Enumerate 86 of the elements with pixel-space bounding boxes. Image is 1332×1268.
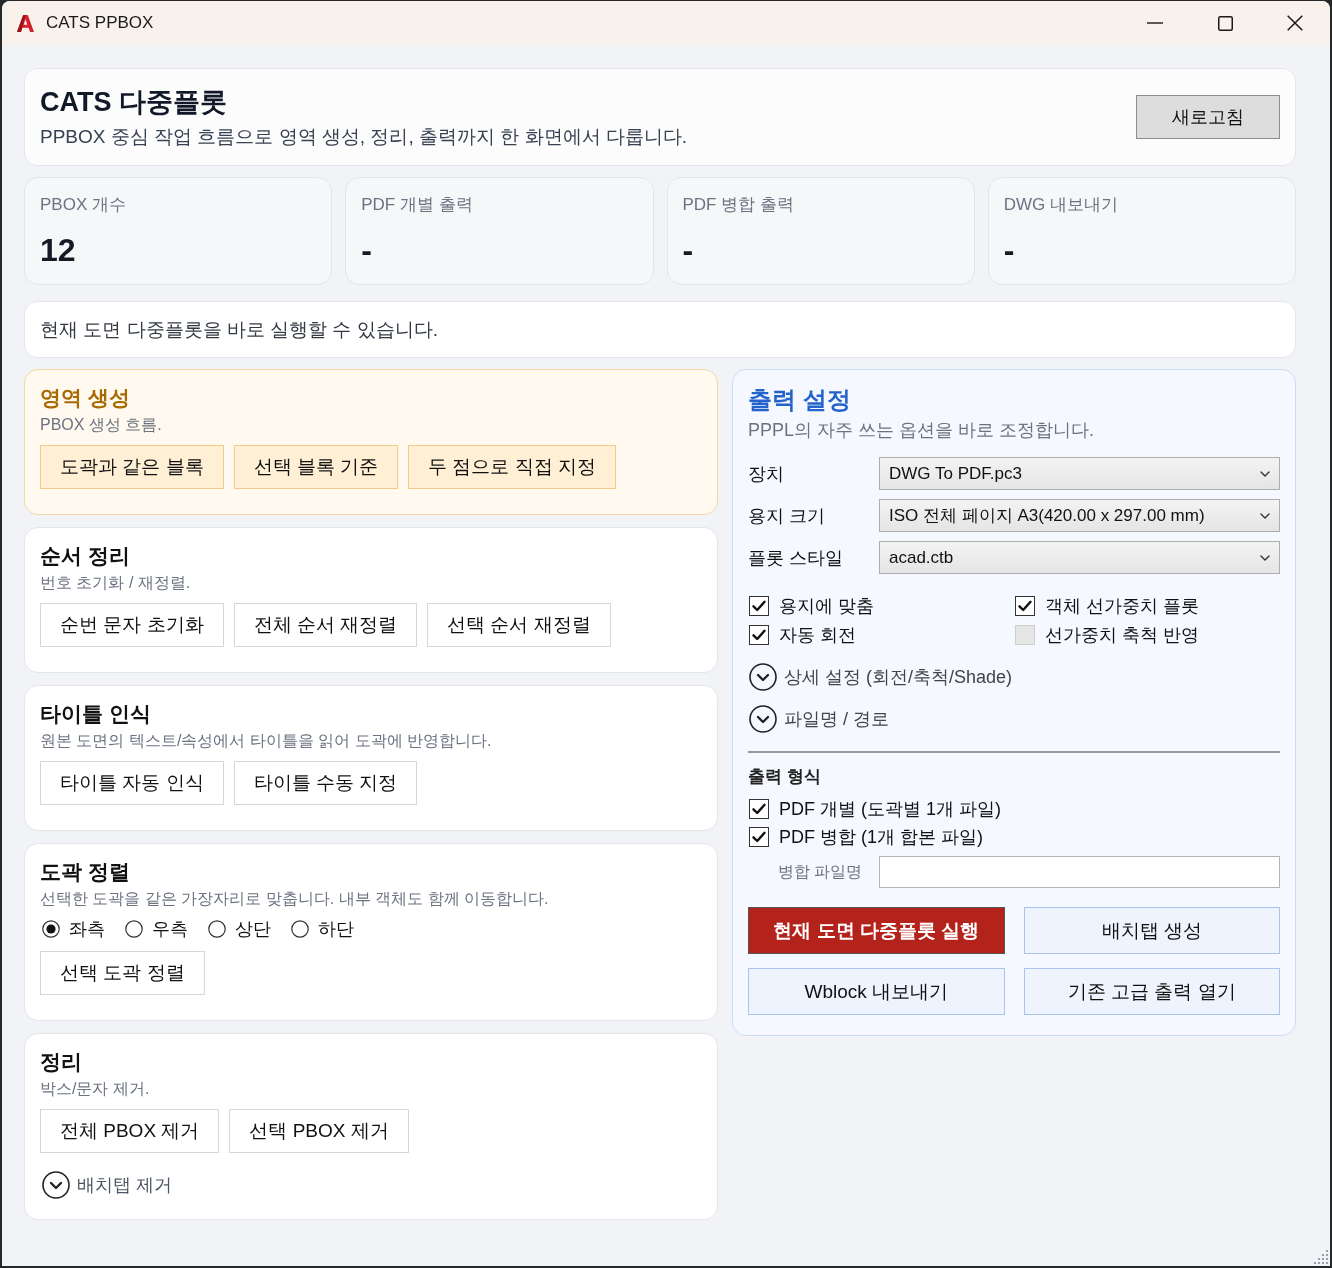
action-button[interactable]: 선택 PBOX 제거 bbox=[229, 1109, 409, 1153]
action-button[interactable]: 도곽과 같은 블록 bbox=[40, 445, 224, 489]
stat-label: PBOX 개수 bbox=[40, 194, 126, 216]
section-description: 번호 초기화 / 재정렬. bbox=[40, 573, 191, 593]
checkbox-label[interactable]: PDF 개별 (도곽별 1개 파일) bbox=[779, 797, 1001, 821]
section-title: 영역 생성 bbox=[40, 385, 130, 411]
action-button[interactable]: 타이틀 수동 지정 bbox=[233, 761, 418, 805]
action-button[interactable]: 선택 도곽 정렬 bbox=[40, 951, 205, 995]
stat-value: - bbox=[1003, 231, 1015, 270]
radio-label[interactable]: 좌측 bbox=[69, 917, 105, 941]
checkmark-icon bbox=[752, 831, 766, 843]
chevron-down-circle-icon bbox=[42, 1171, 70, 1199]
radio-button[interactable] bbox=[208, 920, 226, 938]
section-title: 도곽 정렬 bbox=[40, 859, 130, 885]
section-title: 타이틀 인식 bbox=[40, 701, 151, 727]
panel-subtitle: PPPL의 자주 쓰는 옵션을 바로 조정합니다. bbox=[748, 419, 1096, 442]
checkbox[interactable] bbox=[749, 827, 769, 847]
action-button[interactable]: 배치탭 생성 bbox=[1023, 907, 1280, 954]
expander-toggle[interactable]: 파일명 / 경로 bbox=[749, 702, 889, 736]
action-button[interactable]: Wblock 내보내기 bbox=[748, 968, 1005, 1015]
checkbox-label[interactable]: 객체 선가중치 플롯 bbox=[1045, 593, 1199, 618]
checkbox-label[interactable]: 자동 회전 bbox=[779, 622, 856, 647]
action-button[interactable]: 선택 순서 재정렬 bbox=[427, 603, 611, 647]
status-message: 현재 도면 다중플롯을 바로 실행할 수 있습니다. bbox=[24, 301, 1296, 358]
app-logo-icon bbox=[17, 14, 34, 32]
stat-label: PDF 개별 출력 bbox=[361, 194, 473, 216]
resize-grip-icon[interactable] bbox=[1314, 1248, 1328, 1264]
checkmark-icon bbox=[752, 628, 766, 641]
radio-label[interactable]: 우측 bbox=[152, 917, 188, 941]
action-button[interactable]: 두 점으로 직접 지정 bbox=[408, 445, 616, 489]
action-button[interactable]: 선택 블록 기준 bbox=[233, 445, 399, 489]
maximize-icon[interactable] bbox=[1217, 15, 1233, 31]
dropdown[interactable]: DWG To PDF.pc3 bbox=[879, 457, 1280, 490]
section-description: 선택한 도곽을 같은 가장자리로 맞춥니다. 내부 객체도 함께 이동합니다. bbox=[40, 889, 549, 909]
radio-button[interactable] bbox=[291, 920, 309, 938]
checkmark-icon bbox=[752, 803, 766, 815]
refresh-button[interactable]: 새로고침 bbox=[1136, 95, 1280, 139]
dropdown[interactable]: ISO 전체 페이지 A3(420.00 x 297.00 mm) bbox=[879, 499, 1280, 532]
chevron-down-icon bbox=[1260, 512, 1270, 519]
chevron-down-circle-icon bbox=[749, 705, 777, 733]
section-description: PBOX 생성 흐름. bbox=[40, 415, 162, 435]
radio-label[interactable]: 하단 bbox=[318, 917, 354, 941]
stat-value: 12 bbox=[40, 231, 76, 270]
format-heading: 출력 형식 bbox=[748, 766, 822, 788]
action-button[interactable]: 기존 고급 출력 열기 bbox=[1023, 968, 1280, 1015]
run-button[interactable]: 현재 도면 다중플롯 실행 bbox=[748, 907, 1005, 954]
checkbox-label[interactable]: 용지에 맞춤 bbox=[779, 593, 874, 618]
checkbox-label[interactable]: PDF 병합 (1개 합본 파일) bbox=[779, 825, 983, 849]
panel-title: 출력 설정 bbox=[748, 385, 852, 415]
stat-label: PDF 병합 출력 bbox=[682, 194, 794, 216]
window-title: CATS PPBOX bbox=[46, 12, 155, 34]
action-button[interactable]: 타이틀 자동 인식 bbox=[40, 761, 224, 805]
section-description: 원본 도면의 텍스트/속성에서 타이틀을 읽어 도곽에 반영합니다. bbox=[40, 731, 492, 751]
radio-button[interactable] bbox=[42, 920, 60, 938]
stat-value: - bbox=[361, 231, 372, 270]
checkbox[interactable] bbox=[749, 799, 769, 819]
checkbox[interactable] bbox=[749, 595, 769, 616]
section-title: 정리 bbox=[40, 1049, 82, 1075]
close-icon[interactable] bbox=[1287, 15, 1303, 31]
chevron-down-circle-icon bbox=[749, 663, 777, 691]
action-button[interactable]: 순번 문자 초기화 bbox=[40, 603, 224, 647]
field-label: 병합 파일명 bbox=[778, 862, 863, 882]
field-label: 플롯 스타일 bbox=[748, 546, 843, 570]
stat-value: - bbox=[682, 231, 694, 270]
action-button[interactable]: 전체 PBOX 제거 bbox=[40, 1109, 220, 1153]
page-title: CATS 다중플롯 bbox=[40, 85, 228, 119]
field-label: 용지 크기 bbox=[748, 504, 825, 528]
radio-label[interactable]: 상단 bbox=[235, 917, 271, 941]
field-label: 장치 bbox=[748, 462, 784, 486]
checkbox[interactable] bbox=[749, 624, 769, 645]
chevron-down-icon bbox=[1260, 554, 1270, 561]
expander-toggle[interactable]: 상세 설정 (회전/축척/Shade) bbox=[749, 660, 1013, 694]
checkmark-icon bbox=[1018, 599, 1032, 612]
page-subtitle: PPBOX 중심 작업 흐름으로 영역 생성, 정리, 출력까지 한 화면에서 다룹니다. bbox=[40, 124, 688, 149]
action-button[interactable]: 전체 순서 재정렬 bbox=[233, 603, 418, 647]
section-description: 박스/문자 제거. bbox=[40, 1079, 150, 1099]
radio-button[interactable] bbox=[125, 920, 143, 938]
text-field[interactable] bbox=[879, 856, 1280, 888]
section-title: 순서 정리 bbox=[40, 543, 130, 569]
chevron-down-icon bbox=[1260, 470, 1270, 477]
checkbox[interactable] bbox=[1015, 595, 1035, 616]
checkbox-label[interactable]: 선가중치 축척 반영 bbox=[1045, 622, 1199, 647]
checkmark-icon bbox=[752, 599, 766, 612]
expander-toggle[interactable]: 배치탭 제거 bbox=[42, 1170, 172, 1200]
dropdown[interactable]: acad.ctb bbox=[879, 541, 1280, 574]
stat-label: DWG 내보내기 bbox=[1003, 194, 1119, 216]
